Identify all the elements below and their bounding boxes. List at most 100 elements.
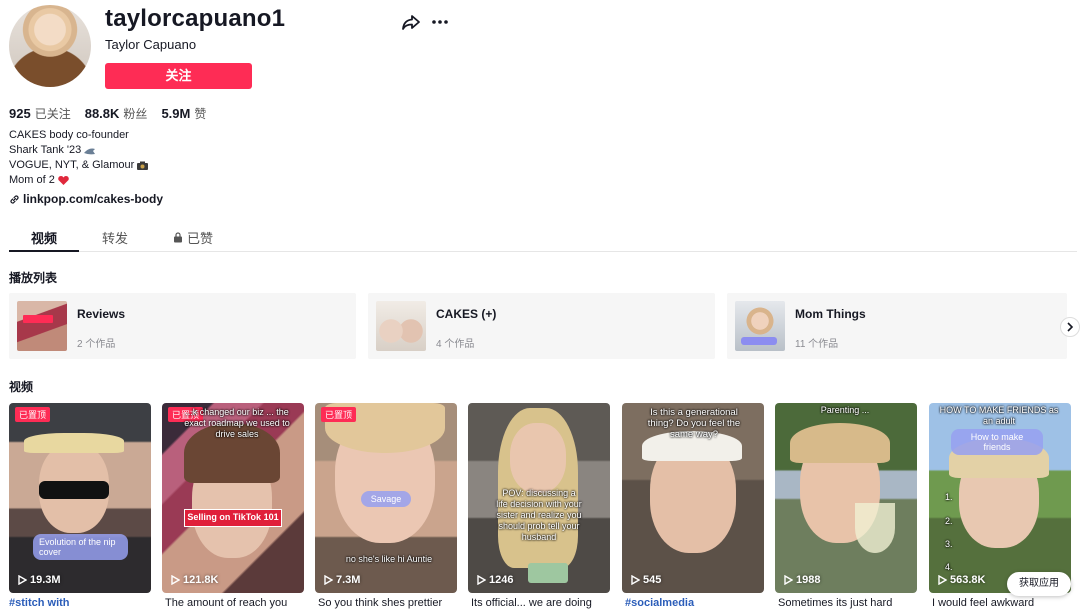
video-list-item: 3. <box>945 539 953 549</box>
video-card[interactable]: HOW TO MAKE FRIENDS as an adult How to m… <box>929 403 1071 593</box>
view-count: 1246 <box>477 574 513 586</box>
video-caption[interactable]: Its official... we are doing <box>471 597 592 609</box>
video-caption[interactable]: I would feel awkward <box>932 597 1034 609</box>
tab-liked-label: 已赞 <box>187 231 214 246</box>
video-overlay-text: no she's like hi Auntie <box>345 554 433 564</box>
bio-line: VOGUE, NYT, & Glamour <box>9 158 149 173</box>
play-icon <box>631 575 640 585</box>
video-card[interactable]: 已置顶 Savage no she's like hi Auntie 7.3M <box>315 403 457 593</box>
profile-nickname: Taylor Capuano <box>105 37 197 52</box>
profile-avatar[interactable] <box>9 5 91 87</box>
video-list-item: 2. <box>945 516 953 526</box>
video-overlay-text: POV: discussing a life decision with you… <box>496 488 582 542</box>
active-tab-indicator <box>9 250 79 252</box>
playlist-card[interactable]: CAKES (+) 4 个作品 <box>368 293 715 359</box>
video-overlay-text: Evolution of the nip cover <box>33 534 128 560</box>
play-icon <box>324 575 333 585</box>
get-app-button[interactable]: 获取应用 <box>1007 572 1071 596</box>
video-caption[interactable]: So you think shes prettier <box>318 597 442 609</box>
video-overlay-text: HOW TO MAKE FRIENDS as an adult <box>939 405 1059 426</box>
view-count-value: 1988 <box>796 574 821 586</box>
video-overlay-label: How to make friends <box>951 429 1043 455</box>
playlist-count: 11 个作品 <box>795 339 839 350</box>
video-caption[interactable]: #socialmedia <box>625 597 694 609</box>
playlist-thumbnail <box>735 301 785 351</box>
video-list-item: 4. <box>945 562 953 572</box>
videos-heading: 视频 <box>9 380 34 394</box>
view-count-value: 121.8K <box>183 574 219 586</box>
playlist-name: CAKES (+) <box>436 307 497 321</box>
playlist-thumbnail <box>376 301 426 351</box>
play-icon <box>18 575 27 585</box>
lock-icon <box>174 232 182 243</box>
following-stat[interactable]: 925 已关注 <box>9 105 71 122</box>
video-card[interactable]: POV: discussing a life decision with you… <box>468 403 610 593</box>
bio-text: CAKES body co-founder <box>9 129 129 141</box>
heart-emoji-icon <box>58 175 69 185</box>
video-card[interactable]: Is this a generational thing? Do you fee… <box>622 403 764 593</box>
view-count: 19.3M <box>18 574 61 586</box>
play-icon <box>784 575 793 585</box>
link-icon <box>10 194 19 204</box>
camera-emoji-icon <box>137 161 149 170</box>
following-count: 925 <box>9 106 31 121</box>
profile-tabs: 视频 转发 已赞 <box>9 222 1077 252</box>
view-count-value: 563.8K <box>950 574 986 586</box>
video-overlay-text: ...k changed our biz ... the exact roadm… <box>184 407 290 439</box>
view-count: 7.3M <box>324 574 360 586</box>
followers-stat[interactable]: 88.8K 粉丝 <box>85 105 148 122</box>
video-card[interactable]: 已置顶 ...k changed our biz ... the exact r… <box>162 403 304 593</box>
tab-liked[interactable]: 已赞 <box>173 228 213 247</box>
playlist-name: Mom Things <box>795 307 866 321</box>
view-count-value: 1246 <box>489 574 514 586</box>
link-text: linkpop.com/cakes-body <box>23 192 164 206</box>
playlist-count: 2 个作品 <box>77 339 116 350</box>
video-caption[interactable]: Sometimes its just hard <box>778 597 892 609</box>
playlist-card[interactable]: Reviews 2 个作品 <box>9 293 356 359</box>
video-overlay-text: Savage <box>361 491 411 507</box>
view-count-value: 545 <box>643 574 662 586</box>
likes-label: 赞 <box>194 107 207 121</box>
followers-count: 88.8K <box>84 106 120 121</box>
playlist-card[interactable]: Mom Things 11 个作品 <box>727 293 1067 359</box>
bio-text: Shark Tank '23 <box>9 144 82 156</box>
shark-emoji-icon <box>84 148 96 155</box>
profile-bio: CAKES body co-founder Shark Tank '23 VOG… <box>9 128 149 188</box>
video-card[interactable]: 已置顶 Evolution of the nip cover 19.3M <box>9 403 151 593</box>
view-count-value: 19.3M <box>30 574 61 586</box>
bio-line: Mom of 2 <box>9 173 149 188</box>
video-overlay-text: Is this a generational thing? Do you fee… <box>647 407 741 440</box>
video-overlay-label: Selling on TikTok 101 <box>184 509 282 527</box>
follow-button[interactable]: 关注 <box>105 63 252 89</box>
video-overlay-text: Parenting ... <box>820 405 870 415</box>
profile-link[interactable]: linkpop.com/cakes-body <box>9 192 163 206</box>
tab-reposts[interactable]: 转发 <box>102 228 128 247</box>
profile-stats: 925 已关注 88.8K 粉丝 5.9M 赞 <box>9 105 206 122</box>
more-options-icon[interactable] <box>430 12 450 32</box>
bio-line: CAKES body co-founder <box>9 128 149 143</box>
profile-username: taylorcapuano1 <box>105 5 286 32</box>
play-icon <box>171 575 180 585</box>
share-icon[interactable] <box>401 12 421 32</box>
bio-text: Mom of 2 <box>9 174 55 186</box>
playlist-thumbnail <box>17 301 67 351</box>
view-count: 121.8K <box>171 574 218 586</box>
view-count: 1988 <box>784 574 820 586</box>
bio-line: Shark Tank '23 <box>9 143 149 158</box>
video-caption[interactable]: The amount of reach you <box>165 597 287 609</box>
playlist-count: 4 个作品 <box>436 339 475 350</box>
pinned-badge: 已置顶 <box>321 407 357 422</box>
view-count: 545 <box>631 574 661 586</box>
tab-videos[interactable]: 视频 <box>31 228 57 247</box>
playlists-next-button[interactable] <box>1060 317 1080 337</box>
chevron-right-icon <box>1067 322 1074 332</box>
following-label: 已关注 <box>34 107 71 121</box>
bio-text: VOGUE, NYT, & Glamour <box>9 159 135 171</box>
play-icon <box>477 575 486 585</box>
view-count-value: 7.3M <box>336 574 361 586</box>
pinned-badge: 已置顶 <box>15 407 51 422</box>
play-icon <box>938 575 947 585</box>
video-caption[interactable]: #stitch with <box>9 597 70 609</box>
followers-label: 粉丝 <box>123 107 148 121</box>
video-card[interactable]: Parenting ... 1988 <box>775 403 917 593</box>
